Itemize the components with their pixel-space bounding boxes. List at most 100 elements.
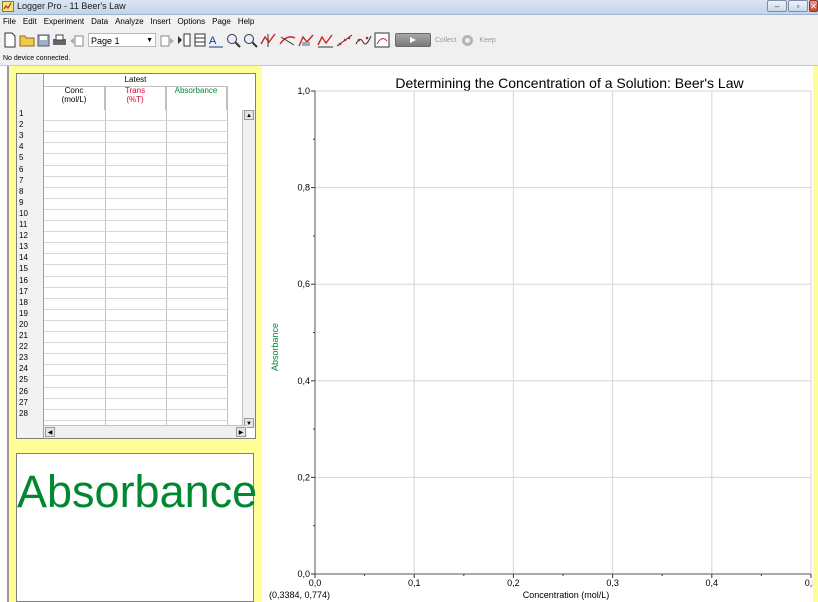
menu-file[interactable]: File <box>0 17 20 26</box>
table-row[interactable] <box>44 208 227 210</box>
table-row[interactable] <box>44 419 227 421</box>
examine-icon[interactable] <box>260 31 277 49</box>
data-table[interactable]: Latest Conc (mol/L) Trans (%T) Absorbanc… <box>16 73 256 439</box>
table-row[interactable] <box>44 308 227 310</box>
zoom-out-icon[interactable] <box>243 31 258 49</box>
column-header-trans[interactable]: Trans (%T) <box>105 86 166 110</box>
table-row[interactable] <box>44 153 227 155</box>
column-header-absorbance[interactable]: Absorbance <box>166 86 227 110</box>
integral-icon[interactable] <box>298 31 315 49</box>
row-number[interactable]: 25 <box>19 375 28 384</box>
table-row[interactable] <box>44 375 227 377</box>
table-row[interactable] <box>44 220 227 221</box>
linear-fit-icon[interactable] <box>336 31 353 49</box>
table-row[interactable] <box>44 120 227 122</box>
table-row[interactable] <box>44 253 227 255</box>
x-axis-label[interactable]: Concentration (mol/L) <box>266 590 818 600</box>
row-number[interactable]: 7 <box>19 176 23 185</box>
table-insert-icon[interactable] <box>177 31 192 49</box>
row-number[interactable]: 2 <box>19 120 23 129</box>
table-row[interactable] <box>44 231 227 233</box>
row-number[interactable]: 11 <box>19 220 27 229</box>
table-row[interactable] <box>44 242 227 244</box>
row-number[interactable]: 28 <box>19 409 28 418</box>
menu-insert[interactable]: Insert <box>148 17 175 26</box>
table-row[interactable] <box>44 386 227 388</box>
row-number[interactable]: 5 <box>19 153 23 162</box>
table-row[interactable] <box>44 408 227 410</box>
table-row[interactable] <box>44 175 227 177</box>
row-number[interactable]: 22 <box>19 342 28 351</box>
tangent-icon[interactable] <box>279 31 296 49</box>
row-number[interactable]: 21 <box>19 331 28 340</box>
data-table-icon[interactable] <box>194 31 206 49</box>
statistics-icon[interactable] <box>317 31 334 49</box>
model-icon[interactable] <box>374 31 390 49</box>
table-row[interactable] <box>44 353 227 355</box>
menu-help[interactable]: Help <box>235 17 258 26</box>
page-back-icon[interactable] <box>69 31 84 49</box>
table-row[interactable] <box>44 142 227 144</box>
page-forward-icon[interactable] <box>160 31 175 49</box>
absorbance-meter[interactable]: Absorbance <box>16 453 257 602</box>
table-row[interactable] <box>44 275 227 277</box>
row-number[interactable]: 8 <box>19 187 23 196</box>
scroll-up-icon[interactable]: ▲ <box>244 110 254 120</box>
table-row[interactable] <box>44 131 227 133</box>
menu-edit[interactable]: Edit <box>20 17 41 26</box>
table-row[interactable] <box>44 364 227 366</box>
row-number[interactable]: 15 <box>19 264 28 273</box>
save-icon[interactable] <box>37 31 50 49</box>
row-number[interactable]: 20 <box>19 320 28 329</box>
print-icon[interactable] <box>52 31 67 49</box>
maximize-button[interactable]: ▫ <box>788 0 808 12</box>
table-row[interactable] <box>44 186 227 188</box>
new-file-icon[interactable] <box>3 31 17 49</box>
y-axis-label[interactable]: Absorbance <box>270 323 280 371</box>
menu-experiment[interactable]: Experiment <box>41 17 88 26</box>
table-row[interactable] <box>44 164 227 166</box>
keep-icon[interactable] <box>461 31 474 49</box>
collect-button[interactable] <box>395 33 431 47</box>
row-number[interactable]: 1 <box>19 109 23 118</box>
row-number[interactable]: 13 <box>19 242 28 251</box>
table-row[interactable] <box>44 286 227 288</box>
table-horizontal-scrollbar[interactable]: ◀ ▶ <box>44 425 247 438</box>
row-number[interactable]: 16 <box>19 276 28 285</box>
scroll-left-icon[interactable]: ◀ <box>45 427 55 437</box>
row-number[interactable]: 24 <box>19 364 28 373</box>
column-header-conc[interactable]: Conc (mol/L) <box>44 86 105 110</box>
row-number[interactable]: 27 <box>19 398 28 407</box>
menu-page[interactable]: Page <box>209 17 235 26</box>
autoscale-icon[interactable]: A <box>208 31 224 49</box>
table-row[interactable] <box>44 264 227 266</box>
zoom-in-icon[interactable] <box>226 31 241 49</box>
table-row[interactable] <box>44 297 227 299</box>
row-number[interactable]: 19 <box>19 309 28 318</box>
page-select[interactable]: Page 1 ▼ <box>88 33 156 47</box>
row-number[interactable]: 26 <box>19 387 28 396</box>
row-number[interactable]: 6 <box>19 165 23 174</box>
scroll-right-icon[interactable]: ▶ <box>236 427 246 437</box>
table-vertical-scrollbar[interactable]: ▲ ▼ <box>242 110 255 428</box>
close-button[interactable]: ✕ <box>809 0 818 12</box>
graph-plot[interactable]: 0,0 0,1 0,2 0,3 0,4 0,5 0,0 0,2 0,4 0,6 0,8 1,0 <box>266 66 813 602</box>
menu-options[interactable]: Options <box>175 17 210 26</box>
row-number[interactable]: 18 <box>19 298 28 307</box>
row-number[interactable]: 10 <box>19 209 28 218</box>
graph-panel[interactable]: Determining the Concentration of a Solut… <box>266 66 813 602</box>
minimize-button[interactable]: – <box>767 0 787 12</box>
row-number[interactable]: 9 <box>19 198 23 207</box>
menu-analyze[interactable]: Analyze <box>112 17 147 26</box>
table-row[interactable] <box>44 319 227 321</box>
row-number[interactable]: 14 <box>19 253 28 262</box>
row-number[interactable]: 12 <box>19 231 28 240</box>
curve-fit-icon[interactable] <box>355 31 372 49</box>
menu-data[interactable]: Data <box>88 17 112 26</box>
row-number[interactable]: 17 <box>19 287 28 296</box>
open-folder-icon[interactable] <box>19 31 35 49</box>
table-row[interactable] <box>44 397 227 399</box>
table-row[interactable] <box>44 197 227 199</box>
table-row[interactable] <box>44 331 227 332</box>
row-number[interactable]: 4 <box>19 142 23 151</box>
